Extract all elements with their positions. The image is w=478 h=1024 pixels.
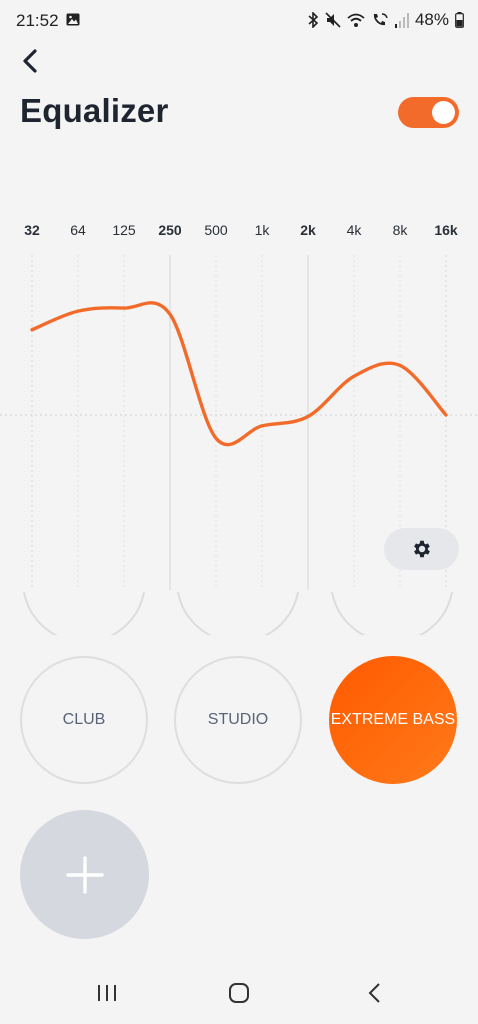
frequency-label: 32 xyxy=(24,222,40,238)
frequency-label: 500 xyxy=(204,222,228,238)
preset-label: CLUB xyxy=(62,711,106,728)
nav-recents-button[interactable] xyxy=(87,978,127,1008)
equalizer-toggle[interactable] xyxy=(398,97,459,128)
eq-curve xyxy=(30,301,448,447)
status-bar: 21:52 48% xyxy=(0,0,478,44)
toggle-knob xyxy=(432,101,455,124)
frequency-label: 8k xyxy=(392,222,408,238)
frequency-labels: 32 64 125 250 500 1k 2k 4k 8k 16k xyxy=(0,222,478,244)
bluetooth-icon xyxy=(308,12,319,28)
page-title: Equalizer xyxy=(20,92,169,129)
mute-icon xyxy=(325,12,341,28)
preset-extreme-bass[interactable]: EXTREME BASS xyxy=(329,656,457,784)
preset-label: EXTREME BASS xyxy=(330,711,456,728)
frequency-label: 250 xyxy=(158,222,182,238)
equalizer-graph[interactable] xyxy=(0,255,478,635)
preset-label: STUDIO xyxy=(207,711,269,728)
equalizer-settings-button[interactable] xyxy=(384,528,459,570)
home-icon xyxy=(229,983,249,1003)
plus-icon xyxy=(65,855,104,894)
preset-studio[interactable]: STUDIO xyxy=(174,656,302,784)
wifi-icon xyxy=(347,13,365,27)
status-icons: 48% xyxy=(308,10,464,30)
wifi-call-icon xyxy=(373,13,388,26)
system-navigation-bar xyxy=(0,960,478,1024)
gear-icon xyxy=(413,540,430,558)
frequency-label: 1k xyxy=(254,222,270,238)
frequency-label: 125 xyxy=(112,222,136,238)
chevron-left-icon xyxy=(23,49,37,73)
nav-home-button[interactable] xyxy=(219,978,259,1008)
add-preset-button[interactable] xyxy=(20,810,149,939)
back-icon xyxy=(368,983,380,1003)
frequency-label: 2k xyxy=(300,222,316,238)
frequency-label: 4k xyxy=(346,222,362,238)
band-knob-arc xyxy=(331,591,453,635)
battery-icon xyxy=(455,12,464,28)
frequency-label: 64 xyxy=(70,222,86,238)
band-knob-arc xyxy=(23,591,145,635)
band-knob-arc xyxy=(177,591,299,635)
status-time: 21:52 xyxy=(16,11,59,30)
nav-back-button[interactable] xyxy=(355,978,395,1008)
frequency-label: 16k xyxy=(434,222,458,238)
recents-icon xyxy=(98,985,116,1001)
gallery-icon xyxy=(66,13,80,26)
battery-percent: 48% xyxy=(414,10,449,29)
signal-icon xyxy=(394,12,409,28)
back-button[interactable] xyxy=(16,44,48,78)
preset-club[interactable]: CLUB xyxy=(20,656,148,784)
